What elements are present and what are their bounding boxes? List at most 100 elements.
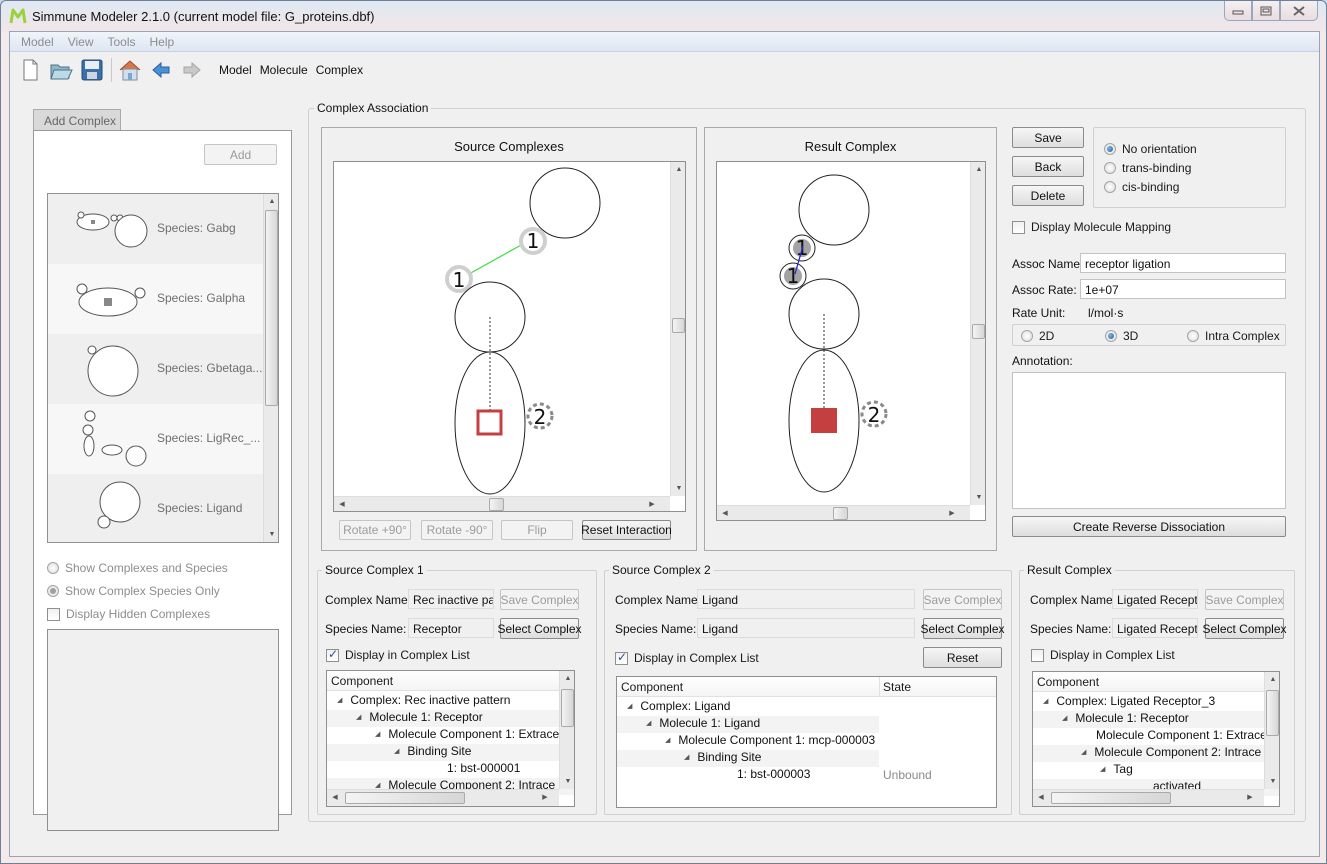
complex-name-field[interactable]: Rec inactive patte [408, 589, 494, 609]
flip-button[interactable]: Flip [501, 520, 573, 540]
tree-row[interactable]: ◢ Molecule Component 1: Extrace [327, 727, 574, 744]
assoc-rate-input[interactable]: 1e+07 [1080, 279, 1286, 299]
radio-button[interactable] [47, 562, 59, 574]
nav-model-link[interactable]: Model [219, 63, 252, 77]
scroll-up-icon[interactable]: ▲ [560, 675, 574, 682]
ligand-molecule[interactable] [529, 167, 601, 239]
radio-cis-binding[interactable]: cis-binding [1104, 180, 1179, 194]
scroll-left-icon[interactable]: ◀ [327, 793, 343, 801]
species-name-field[interactable]: Ligated Receptor [1112, 618, 1198, 638]
scroll-thumb[interactable] [561, 689, 574, 727]
expand-triangle-icon[interactable]: ◢ [375, 730, 380, 738]
species-item-galpha[interactable]: Species: Galpha [48, 264, 263, 334]
checkbox-display-molecule-mapping[interactable]: Display Molecule Mapping [1012, 220, 1171, 234]
result-complex-canvas[interactable]: 1 1 2 ▲ ▼ [716, 161, 986, 521]
minimize-button[interactable] [1224, 1, 1252, 21]
tree-row[interactable]: ◢ Molecule 1: Ligand [617, 716, 879, 733]
expand-triangle-icon[interactable]: ◢ [337, 696, 342, 704]
expand-triangle-icon[interactable]: ◢ [665, 736, 670, 744]
tree-row[interactable]: 1: bst-000001 [327, 761, 574, 778]
scroll-down-icon[interactable]: ▼ [671, 485, 685, 492]
tag-site-activated[interactable] [811, 408, 837, 433]
expand-triangle-icon[interactable]: ◢ [375, 781, 380, 789]
species-name-field[interactable]: Ligand [697, 618, 915, 638]
radio-button[interactable] [1021, 330, 1033, 342]
maximize-button[interactable] [1252, 1, 1280, 21]
tree-row[interactable]: ◢ Complex: Ligand [617, 699, 879, 716]
tree-row[interactable]: ◢ Molecule Component 2: Intrace [1033, 745, 1279, 762]
source-2-component-tree[interactable]: Component State ◢ Complex: Ligand ◢ Molecul… [616, 676, 997, 808]
scroll-up-icon[interactable]: ▲ [971, 166, 985, 173]
tag-site-inactive[interactable] [476, 409, 503, 436]
close-button[interactable] [1280, 1, 1318, 21]
open-file-button[interactable] [49, 58, 73, 82]
source-diagram[interactable]: 1 1 2 [334, 162, 671, 496]
rotate-minus-90-button[interactable]: Rotate -90° [421, 520, 493, 540]
checkbox-display-in-complex-list[interactable]: Display in Complex List [1031, 648, 1175, 662]
scroll-left-icon[interactable]: ◀ [1033, 793, 1049, 801]
radio-trans-binding[interactable]: trans-binding [1104, 161, 1191, 175]
scroll-up-icon[interactable]: ▲ [1265, 676, 1279, 683]
scroll-right-icon[interactable]: ▶ [944, 509, 960, 517]
species-item-gbetagamma[interactable]: Species: Gbetaga... [48, 334, 263, 404]
scroll-right-icon[interactable]: ▶ [537, 793, 553, 801]
tree-hscroll[interactable]: ◀ ▶ [327, 789, 559, 806]
reset-interaction-button[interactable]: Reset Interaction [581, 520, 672, 540]
save-complex-button[interactable]: Save Complex [500, 589, 579, 610]
scroll-down-icon[interactable]: ▼ [1265, 778, 1279, 785]
expand-triangle-icon[interactable]: ◢ [1062, 714, 1067, 722]
scroll-right-icon[interactable]: ▶ [644, 500, 660, 508]
source-1-component-tree[interactable]: Component ◢ Complex: Rec inactive pattern… [326, 670, 575, 807]
scroll-right-icon[interactable]: ▶ [1242, 793, 1258, 801]
radio-button[interactable] [47, 585, 59, 597]
tree-vscroll[interactable]: ▲ ▼ [1264, 672, 1279, 789]
menu-tools[interactable]: Tools [100, 35, 142, 49]
expand-triangle-icon[interactable]: ◢ [646, 719, 651, 727]
tree-vscroll[interactable]: ▲ ▼ [559, 671, 574, 789]
expand-triangle-icon[interactable]: ◢ [394, 747, 399, 755]
complex-name-field[interactable]: Ligated Receptor [1112, 589, 1198, 609]
scroll-thumb[interactable] [345, 792, 465, 804]
rotate-plus-90-button[interactable]: Rotate +90° [339, 520, 411, 540]
source-complexes-canvas[interactable]: 1 1 2 ▲ ▼ ◀ ▶ [333, 161, 686, 512]
expand-triangle-icon[interactable]: ◢ [356, 713, 361, 721]
menu-view[interactable]: View [61, 35, 101, 49]
column-component[interactable]: Component [621, 680, 683, 694]
radio-no-orientation[interactable]: No orientation [1104, 142, 1197, 156]
scroll-left-icon[interactable]: ◀ [717, 509, 733, 517]
tree-row[interactable]: ◢ Tag [1033, 762, 1279, 779]
tree-hscroll[interactable]: ◀ ▶ [1033, 789, 1264, 806]
nav-molecule-link[interactable]: Molecule [260, 63, 308, 77]
scroll-down-icon[interactable]: ▼ [971, 494, 985, 501]
radio-button[interactable] [1187, 330, 1199, 342]
checkbox-display-in-complex-list[interactable]: Display in Complex List [326, 647, 470, 662]
delete-button[interactable]: Delete [1012, 185, 1084, 206]
create-reverse-dissociation-button[interactable]: Create Reverse Dissociation [1012, 516, 1286, 537]
reset-button[interactable]: Reset [923, 647, 1002, 668]
species-item-ligrec[interactable]: Species: LigRec_... [48, 404, 263, 474]
radio-button[interactable] [1104, 162, 1116, 174]
checkbox[interactable] [615, 650, 628, 665]
checkbox[interactable] [326, 647, 339, 662]
menu-model[interactable]: Model [14, 35, 61, 49]
radio-show-complex-species-only[interactable]: Show Complex Species Only [47, 584, 220, 598]
select-complex-button[interactable]: Select Complex [497, 618, 582, 639]
back-button[interactable] [149, 58, 173, 82]
scroll-down-icon[interactable]: ▼ [560, 778, 574, 785]
expand-triangle-icon[interactable]: ◢ [1043, 697, 1048, 705]
add-button[interactable]: Add [204, 144, 277, 165]
radio-intra-complex[interactable]: Intra Complex [1187, 329, 1280, 343]
result-hscroll[interactable]: ◀ ▶ [717, 505, 970, 520]
scroll-thumb[interactable] [489, 498, 504, 511]
save-file-button[interactable] [80, 58, 104, 82]
scroll-down-icon[interactable]: ▼ [264, 531, 278, 538]
expand-triangle-icon[interactable]: ◢ [627, 702, 632, 710]
checkbox-display-in-complex-list[interactable]: Display in Complex List [615, 650, 759, 665]
source-vscroll[interactable]: ▲ ▼ [670, 162, 685, 496]
home-button[interactable] [118, 58, 142, 82]
back-button[interactable]: Back [1012, 156, 1084, 177]
save-complex-button[interactable]: Save Complex [1205, 589, 1284, 610]
radio-button[interactable] [1104, 143, 1116, 155]
radio-show-complexes-and-species[interactable]: Show Complexes and Species [47, 561, 228, 575]
scroll-thumb[interactable] [833, 507, 848, 520]
